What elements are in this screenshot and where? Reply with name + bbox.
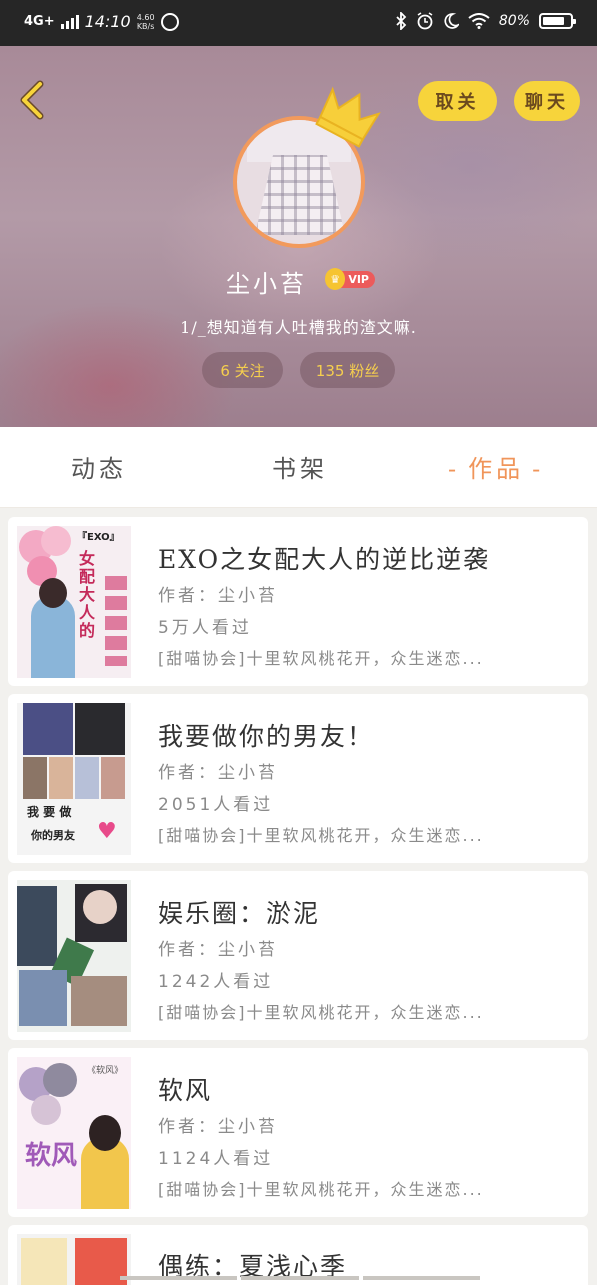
alarm-icon <box>417 12 433 30</box>
book-cover: 『EXO』 女配大人的 <box>17 526 131 678</box>
work-author: 作者：尘小苔 <box>158 586 278 606</box>
work-views: 1124人看过 <box>158 1149 274 1169</box>
tab-dynamic[interactable]: 动态 <box>71 449 127 484</box>
tab-shelf[interactable]: 书架 <box>272 449 328 484</box>
list-item[interactable]: 《软风》 软风 软风 作者：尘小苔 1124人看过 [甜喵协会]十里软风桃花开，… <box>8 1048 588 1217</box>
profile-header: 取关 聊天 尘小苔 ♛ VIP 1/_想知道有人吐槽我的渣文嘛. 6 关注 13… <box>0 46 597 427</box>
vip-badge: ♛ VIP <box>325 268 375 290</box>
unfollow-button[interactable]: 取关 <box>418 81 497 121</box>
work-author: 作者：尘小苔 <box>158 763 278 783</box>
work-author: 作者：尘小苔 <box>158 1117 278 1137</box>
network-speed: 4.60 KB/s <box>136 12 155 31</box>
work-title: EXO之女配大人的逆比逆袭 <box>158 545 491 574</box>
bluetooth-icon <box>396 12 407 30</box>
book-cover: 《软风》 软风 <box>17 1057 131 1209</box>
user-bio: 1/_想知道有人吐槽我的渣文嘛. <box>180 318 417 337</box>
clock: 14:10 <box>84 12 131 31</box>
work-views: 5万人看过 <box>158 618 252 638</box>
work-title: 软风 <box>158 1076 213 1105</box>
wifi-icon <box>468 13 490 29</box>
work-description: [甜喵协会]十里软风桃花开，众生迷恋... <box>158 1003 484 1022</box>
chat-button[interactable]: 聊天 <box>514 81 580 121</box>
back-button[interactable] <box>14 80 50 120</box>
network-indicator: 4G+ <box>24 14 55 29</box>
avatar[interactable] <box>233 86 381 248</box>
list-item[interactable]: 『EXO』 女配大人的 EXO之女配大人的逆比逆袭 作者：尘小苔 5万人看过 [… <box>8 517 588 686</box>
globe-icon <box>160 12 179 31</box>
chevron-left-icon <box>20 80 44 120</box>
status-bar: 4G+ 14:10 4.60 KB/s 80% <box>0 0 597 46</box>
work-title: 我要做你的男友！ <box>158 722 375 751</box>
profile-tabs: 动态 书架 - 作品 - <box>0 427 597 508</box>
battery-icon <box>539 13 576 29</box>
fans-count[interactable]: 135 粉丝 <box>300 352 395 388</box>
signal-icon <box>60 14 79 29</box>
list-item[interactable]: 我 要 做 你的男友 ♥ 我要做你的男友！ 作者：尘小苔 2051人看过 [甜喵… <box>8 694 588 863</box>
work-views: 1242人看过 <box>158 972 274 992</box>
book-cover <box>17 880 131 1032</box>
work-description: [甜喵协会]十里软风桃花开，众生迷恋... <box>158 826 484 845</box>
book-cover <box>17 1234 131 1285</box>
work-views: 2051人看过 <box>158 795 274 815</box>
work-description: [甜喵协会]十里软风桃花开，众生迷恋... <box>158 649 484 668</box>
work-author: 作者：尘小苔 <box>158 940 278 960</box>
tab-works[interactable]: - 作品 - <box>440 449 552 484</box>
work-title: 娱乐圈：淤泥 <box>158 899 321 928</box>
gesture-bar <box>120 1276 480 1280</box>
following-count[interactable]: 6 关注 <box>202 352 283 388</box>
work-description: [甜喵协会]十里软风桃花开，众生迷恋... <box>158 1180 484 1199</box>
username: 尘小苔 <box>226 270 307 298</box>
list-item[interactable]: 娱乐圈：淤泥 作者：尘小苔 1242人看过 [甜喵协会]十里软风桃花开，众生迷恋… <box>8 871 588 1040</box>
works-list: 『EXO』 女配大人的 EXO之女配大人的逆比逆袭 作者：尘小苔 5万人看过 [… <box>8 517 588 1285</box>
book-cover: 我 要 做 你的男友 ♥ <box>17 703 131 855</box>
moon-icon <box>444 13 459 29</box>
battery-percent: 80% <box>498 13 530 29</box>
